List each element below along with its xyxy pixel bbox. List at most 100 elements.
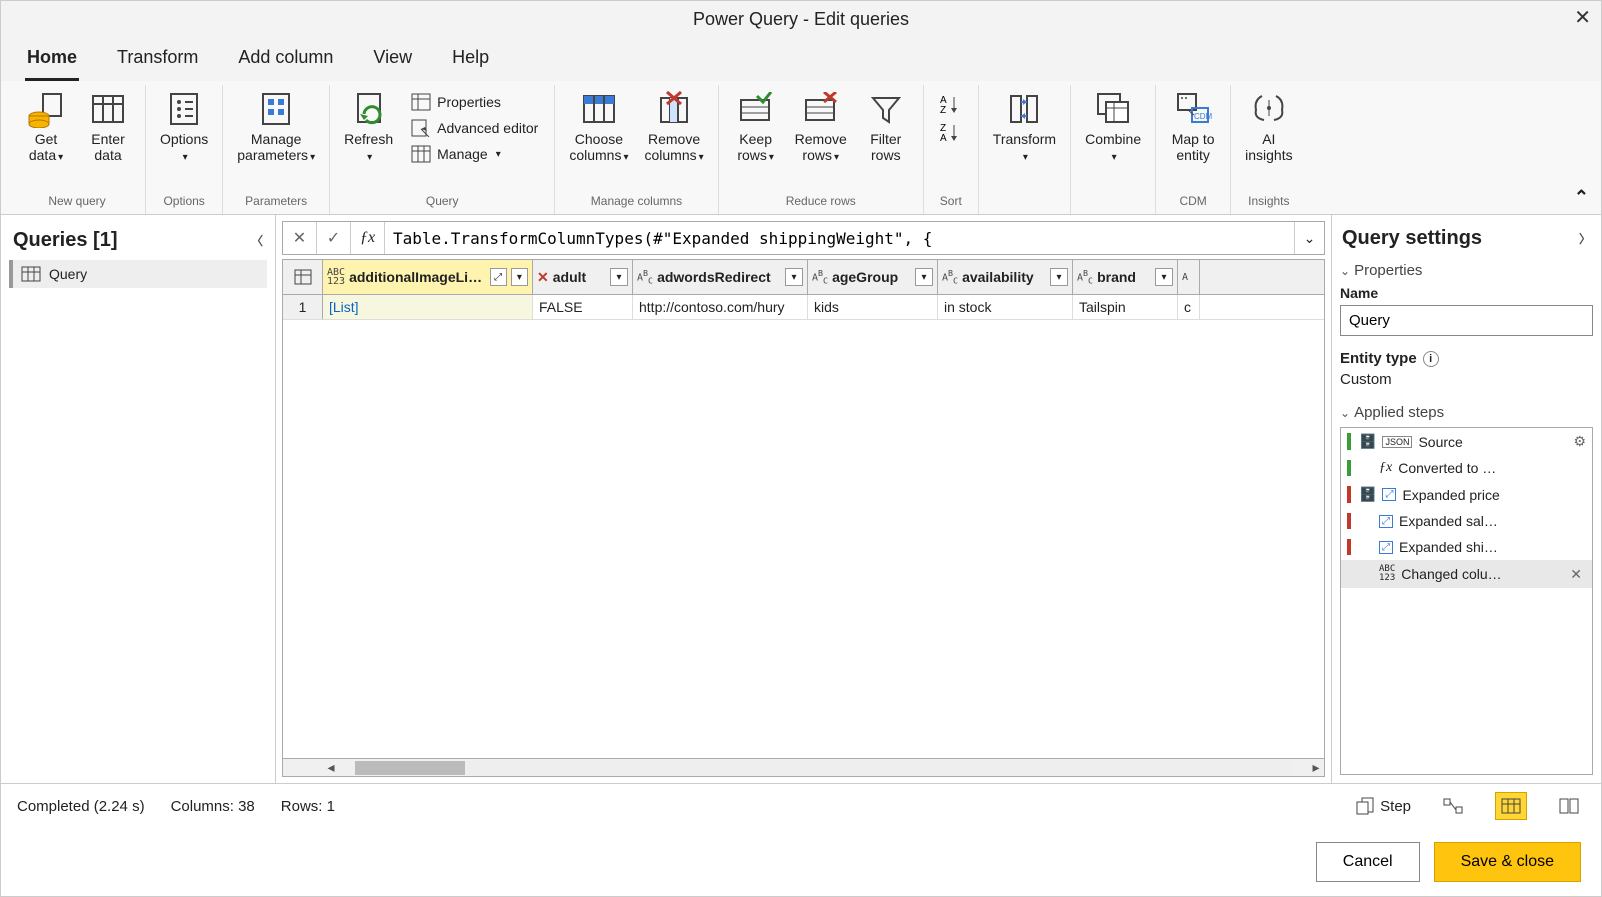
column-header-adult[interactable]: ✕adult▾	[533, 260, 633, 294]
tab-transform[interactable]: Transform	[115, 41, 200, 81]
grid-corner[interactable]	[283, 260, 323, 294]
keep-rows-button[interactable]: Keep rows▾	[729, 85, 783, 170]
horizontal-scrollbar[interactable]: ◂ ▸	[283, 758, 1324, 776]
tab-home[interactable]: Home	[25, 41, 79, 81]
query-item[interactable]: Query	[9, 260, 267, 288]
advanced-editor-button[interactable]: Advanced editor	[405, 117, 544, 139]
column-filter-icon[interactable]: ▾	[1155, 268, 1173, 286]
ai-insights-button[interactable]: AI insights	[1241, 85, 1296, 167]
info-icon[interactable]: i	[1423, 351, 1439, 367]
sort-desc-button[interactable]: ZA	[934, 119, 968, 145]
properties-button[interactable]: Properties	[405, 91, 544, 113]
formula-accept-icon[interactable]: ✓	[317, 222, 351, 254]
schema-view-button[interactable]	[1553, 792, 1585, 820]
step-converted[interactable]: ƒx Converted to …	[1341, 455, 1592, 481]
cell[interactable]: Tailspin	[1073, 295, 1178, 319]
scroll-thumb[interactable]	[355, 761, 465, 775]
get-data-button[interactable]: Get data▾	[19, 85, 73, 170]
column-header-adwordsRedirect[interactable]: ABCadwordsRedirect▾	[633, 260, 808, 294]
grid-view-button[interactable]	[1495, 792, 1527, 820]
step-source[interactable]: 🗄️ JSON Source ⚙	[1341, 428, 1592, 455]
refresh-label: Refresh	[344, 131, 393, 147]
remove-columns-button[interactable]: Remove columns▾	[640, 85, 707, 170]
cell[interactable]: [List]	[323, 295, 533, 319]
column-header-ageGroup[interactable]: ABCageGroup▾	[808, 260, 938, 294]
collapse-queries-icon[interactable]: 〈	[251, 232, 263, 249]
column-name: additionalImageLinks	[349, 269, 485, 285]
column-filter-icon[interactable]: ▾	[785, 268, 803, 286]
step-label: Changed colu…	[1401, 566, 1501, 582]
formula-cancel-icon[interactable]: ✕	[283, 222, 317, 254]
cell[interactable]: kids	[808, 295, 938, 319]
combine-button[interactable]: Combine▾	[1081, 85, 1145, 170]
manage-parameters-button[interactable]: Manage parameters▾	[233, 85, 319, 170]
group-label-parameters: Parameters	[245, 190, 307, 214]
step-changed-column[interactable]: ABC123 Changed colu… ✕	[1341, 560, 1592, 588]
formula-expand-icon[interactable]: ⌄	[1294, 222, 1324, 254]
column-filter-icon[interactable]: ▾	[511, 268, 528, 286]
choose-columns-button[interactable]: Choose columns▾	[565, 85, 632, 170]
close-icon[interactable]: ✕	[1574, 5, 1591, 30]
manage-query-button[interactable]: Manage ▾	[405, 143, 544, 165]
fx-icon[interactable]: ƒx	[351, 222, 385, 254]
step-label: Source	[1418, 434, 1462, 450]
json-icon: JSON	[1382, 436, 1412, 448]
step-expanded-price[interactable]: 🗄️ ⤢ Expanded price	[1341, 481, 1592, 508]
enter-data-label: Enter data	[91, 131, 124, 163]
column-filter-icon[interactable]: ▾	[915, 268, 933, 286]
gear-icon[interactable]: ⚙	[1573, 433, 1586, 450]
step-label: Expanded price	[1402, 487, 1499, 503]
column-header-more[interactable]: A	[1178, 260, 1200, 294]
column-filter-icon[interactable]: ▾	[610, 268, 628, 286]
applied-steps-toggle[interactable]: ⌄Applied steps	[1340, 404, 1593, 421]
table-icon	[21, 266, 41, 282]
save-close-button[interactable]: Save & close	[1434, 842, 1581, 882]
options-label: Options	[160, 131, 208, 147]
ribbon: Get data▾ Enter data New query Options▾ …	[1, 81, 1601, 215]
column-header-availability[interactable]: ABCavailability▾	[938, 260, 1073, 294]
column-filter-icon[interactable]: ▾	[1050, 268, 1068, 286]
properties-icon	[411, 93, 431, 111]
tab-help[interactable]: Help	[450, 41, 491, 81]
expand-column-icon[interactable]: ⤢	[490, 268, 507, 286]
abc123-icon: ABC123	[1379, 565, 1395, 583]
options-button[interactable]: Options▾	[156, 85, 212, 170]
delete-step-icon[interactable]: ✕	[1566, 566, 1586, 583]
column-header-additionalImageLinks[interactable]: ABC123additionalImageLinks⤢▾	[323, 260, 533, 294]
step-expanded-shi[interactable]: ⤢ Expanded shi…	[1341, 534, 1592, 560]
step-expanded-sal[interactable]: ⤢ Expanded sal…	[1341, 508, 1592, 534]
scroll-right-icon[interactable]: ▸	[1308, 759, 1324, 776]
diagram-view-button[interactable]	[1437, 792, 1469, 820]
group-parameters: Manage parameters▾ Parameters	[223, 85, 330, 214]
step-icon[interactable]: Step	[1356, 797, 1411, 815]
remove-rows-button[interactable]: Remove rows▾	[791, 85, 851, 170]
refresh-button[interactable]: Refresh▾	[340, 85, 397, 170]
collapse-settings-icon[interactable]: 〉	[1579, 230, 1591, 247]
tab-view[interactable]: View	[371, 41, 414, 81]
svg-text:Z: Z	[940, 105, 946, 115]
sort-asc-button[interactable]: AZ	[934, 91, 968, 117]
table-row[interactable]: 1[List]FALSEhttp://contoso.com/hurykidsi…	[283, 295, 1324, 320]
filter-rows-button[interactable]: Filter rows	[859, 85, 913, 167]
cell[interactable]: http://contoso.com/hury	[633, 295, 808, 319]
enter-data-button[interactable]: Enter data	[81, 85, 135, 167]
map-to-entity-button[interactable]: CDM Map to entity	[1166, 85, 1220, 167]
formula-input[interactable]	[385, 223, 1294, 254]
column-header-brand[interactable]: ABCbrand▾	[1073, 260, 1178, 294]
transform-button[interactable]: Transform▾	[989, 85, 1060, 170]
manage-parameters-icon	[256, 89, 296, 129]
get-data-label: Get data	[29, 131, 57, 163]
tab-add-column[interactable]: Add column	[236, 41, 335, 81]
svg-text:A: A	[940, 133, 947, 143]
collapse-ribbon-icon[interactable]: ⌃	[1574, 187, 1589, 208]
cell[interactable]: c	[1178, 295, 1200, 319]
group-label-insights: Insights	[1248, 190, 1289, 214]
row-number[interactable]: 1	[283, 295, 323, 319]
step-label: Expanded sal…	[1399, 513, 1498, 529]
properties-section-toggle[interactable]: ⌄Properties	[1340, 262, 1593, 279]
query-name-input[interactable]	[1340, 305, 1593, 336]
cell[interactable]: FALSE	[533, 295, 633, 319]
cell[interactable]: in stock	[938, 295, 1073, 319]
cancel-button[interactable]: Cancel	[1316, 842, 1420, 882]
scroll-left-icon[interactable]: ◂	[323, 759, 339, 776]
